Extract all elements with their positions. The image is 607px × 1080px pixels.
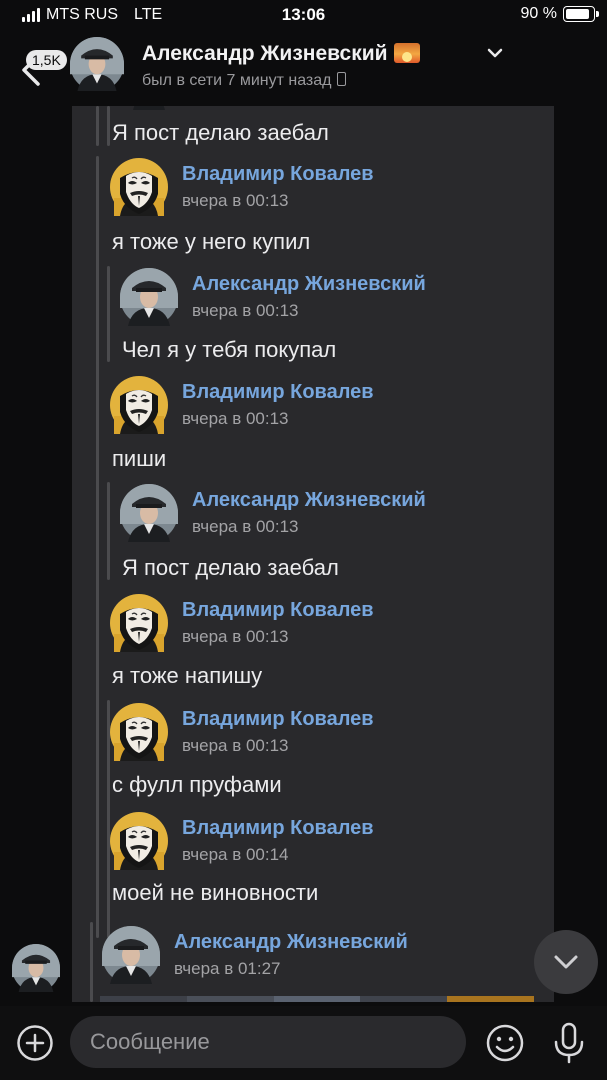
message-text: я тоже у него купил	[112, 229, 311, 254]
message-time: вчера в 00:13	[182, 735, 289, 755]
message-time: вчера в 00:13	[192, 516, 299, 536]
message-author: Владимир Ковалев вчера в 00:13	[110, 703, 374, 761]
message-author: Владимир Ковалев вчера в 00:13	[110, 376, 374, 434]
add-attachment-button[interactable]	[16, 1024, 54, 1062]
avatar	[127, 106, 171, 110]
chat-title-text: Александр Жизневский	[142, 42, 388, 65]
chat-header: 1,5K Александр Жизневский был в сети 7 м…	[0, 32, 607, 100]
author-name[interactable]: Владимир Ковалев	[182, 598, 374, 622]
message-time: вчера в 00:13	[182, 408, 289, 428]
avatar[interactable]	[102, 926, 160, 984]
message-text: Я пост делаю заебал	[122, 555, 339, 580]
chevron-down-icon	[554, 955, 578, 969]
emoji-button[interactable]	[484, 1022, 526, 1064]
battery-percent: 90 %	[520, 5, 557, 22]
message-author: Александр Жизневский вчера в 00:13	[120, 268, 426, 326]
back-button[interactable]: 1,5K	[10, 42, 67, 90]
message-author: Александр Жизневский вчера в 01:27	[102, 926, 408, 984]
phone-icon	[337, 72, 347, 86]
media-preview[interactable]	[100, 996, 534, 1002]
quote-line	[96, 106, 99, 146]
avatar[interactable]	[120, 268, 178, 326]
avatar[interactable]	[120, 484, 178, 542]
avatar[interactable]	[110, 376, 168, 434]
sender-avatar[interactable]	[12, 944, 60, 992]
message-text: пиши	[112, 446, 167, 471]
message-time: вчера в 00:13	[182, 190, 289, 210]
message-author: Владимир Ковалев вчера в 00:14	[110, 812, 374, 870]
message-text: Чел я у тебя покупал	[122, 337, 337, 362]
message-author: Владимир Ковалев вчера в 00:13	[110, 594, 374, 652]
clock: 13:06	[281, 5, 326, 24]
message-text: Я пост делаю заебал	[112, 120, 329, 145]
avatar[interactable]	[110, 703, 168, 761]
author-name[interactable]: Владимир Ковалев	[182, 162, 374, 186]
message-author: Александр Жизневский вчера в 00:13	[120, 484, 426, 542]
message-time: вчера в 01:27	[174, 958, 281, 978]
message-time: вчера в 00:14	[182, 844, 289, 864]
quote-line	[90, 922, 93, 1002]
author-name[interactable]: Владимир Ковалев	[182, 380, 374, 404]
sunset-emoji-icon	[393, 43, 420, 63]
message-text: моей не виновности	[112, 880, 319, 905]
chat-title[interactable]: Александр Жизневский	[142, 42, 420, 66]
author-name[interactable]: Владимир Ковалев	[182, 707, 374, 731]
avatar[interactable]	[110, 594, 168, 652]
message-time: вчера в 00:13	[192, 300, 299, 320]
message-input[interactable]	[70, 1016, 466, 1068]
quote-line	[107, 266, 110, 362]
message-text: я тоже напишу	[112, 663, 263, 688]
quote-line	[107, 106, 110, 146]
last-seen-text: был в сети 7 минут назад	[142, 72, 332, 89]
battery-icon	[563, 6, 599, 22]
last-seen-status: был в сети 7 минут назад	[142, 72, 347, 90]
quote-line	[107, 482, 110, 580]
author-name[interactable]: Александр Жизневский	[174, 930, 408, 954]
scroll-down-button[interactable]	[534, 930, 598, 994]
avatar[interactable]	[110, 158, 168, 216]
status-right: 90 %	[520, 5, 599, 23]
message-text: с фулл пруфами	[112, 772, 282, 797]
avatar[interactable]	[110, 812, 168, 870]
unread-badge: 1,5K	[26, 50, 67, 70]
author-name[interactable]: Владимир Ковалев	[182, 816, 374, 840]
author-name[interactable]: Александр Жизневский	[192, 488, 426, 512]
quote-line	[96, 156, 99, 938]
author-name[interactable]: Александр Жизневский	[192, 272, 426, 296]
message-author: Владимир Ковалев вчера в 00:13	[110, 158, 374, 216]
message-time: вчера в 00:13	[182, 626, 289, 646]
chevron-down-icon[interactable]	[485, 46, 505, 60]
message-composer	[0, 1006, 607, 1080]
contact-avatar[interactable]	[70, 37, 124, 91]
status-bar: MTS RUS LTE 13:06 90 %	[0, 0, 607, 30]
microphone-button[interactable]	[548, 1020, 590, 1066]
forwarded-messages-card[interactable]: Я пост делаю заебал Владимир Ковалев вчер…	[72, 106, 554, 1002]
